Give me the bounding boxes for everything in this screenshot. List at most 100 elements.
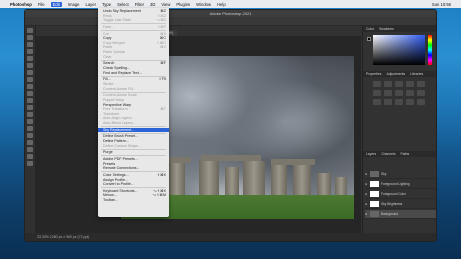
mac-menubar: Photoshop File Edit Image Layer Type Sel… bbox=[0, 0, 461, 8]
edit-menu-item[interactable]: Purge bbox=[98, 150, 169, 155]
photo-filter-icon[interactable] bbox=[406, 90, 414, 96]
tab-properties[interactable]: Properties bbox=[366, 71, 381, 77]
menu-item-shortcut: ⌥⌘Z bbox=[156, 18, 166, 23]
edit-menu-item[interactable]: Convert to Profile... bbox=[98, 182, 169, 187]
layer-row[interactable]: ● Foreground Lighting bbox=[365, 180, 436, 189]
menu-layer[interactable]: Layer bbox=[85, 2, 95, 7]
color-picker[interactable] bbox=[367, 35, 434, 65]
bw-icon[interactable] bbox=[395, 90, 403, 96]
type-tool-icon[interactable] bbox=[27, 133, 33, 138]
quick-select-tool-icon[interactable] bbox=[27, 49, 33, 54]
invert-icon[interactable] bbox=[373, 99, 381, 105]
healing-tool-icon[interactable] bbox=[27, 70, 33, 75]
menu-type[interactable]: Type bbox=[102, 2, 111, 7]
threshold-icon[interactable] bbox=[395, 99, 403, 105]
menu-item-label: Toolbar... bbox=[103, 198, 118, 203]
shape-tool-icon[interactable] bbox=[27, 147, 33, 152]
color-field[interactable] bbox=[373, 35, 425, 65]
status-bar: 33.33% 1280 px x 960 px (72 ppi) bbox=[25, 233, 436, 241]
brush-tool-icon[interactable] bbox=[27, 77, 33, 82]
tab-swatches[interactable]: Swatches bbox=[379, 26, 394, 32]
options-bar bbox=[25, 17, 436, 26]
curves-icon[interactable] bbox=[395, 81, 403, 87]
hue-slider[interactable] bbox=[428, 35, 432, 65]
mask-thumbnail bbox=[370, 191, 379, 197]
tab-channels[interactable]: Channels bbox=[381, 151, 395, 157]
menubar-clock[interactable]: Sun 10:56 bbox=[432, 2, 451, 7]
menu-item-shortcut: ⌘T bbox=[160, 107, 166, 112]
history-brush-tool-icon[interactable] bbox=[27, 91, 33, 96]
tab-layers[interactable]: Layers bbox=[366, 151, 376, 157]
menu-item-label: Content-Aware Fill... bbox=[103, 86, 136, 91]
pen-tool-icon[interactable] bbox=[27, 126, 33, 131]
tab-paths[interactable]: Paths bbox=[401, 151, 410, 157]
edit-menu-item: Toggle Last State ⌥⌘Z bbox=[98, 18, 169, 23]
photoshop-window: Adobe Photoshop 2021 Background_1234.tif… bbox=[24, 9, 437, 242]
menu-app[interactable]: Photoshop bbox=[10, 2, 32, 7]
menu-select[interactable]: Select bbox=[117, 2, 129, 7]
menu-3d[interactable]: 3D bbox=[150, 2, 155, 7]
posterize-icon[interactable] bbox=[384, 99, 392, 105]
lasso-tool-icon[interactable] bbox=[27, 42, 33, 47]
eraser-tool-icon[interactable] bbox=[27, 98, 33, 103]
menu-item-label: Find and Replace Text... bbox=[103, 70, 142, 75]
edit-menu-item[interactable]: Find and Replace Text... bbox=[98, 71, 169, 76]
eyedropper-tool-icon[interactable] bbox=[27, 63, 33, 68]
menu-help[interactable]: Help bbox=[217, 2, 226, 7]
layer-name: Sky Brightness bbox=[381, 202, 403, 206]
layer-row[interactable]: ● Background bbox=[365, 210, 436, 219]
layer-name: Foreground Lighting bbox=[381, 182, 410, 186]
right-panels: Color Swatches Properties Adjustments Li… bbox=[362, 26, 436, 236]
edit-menu-item: Clear bbox=[98, 55, 169, 60]
blur-tool-icon[interactable] bbox=[27, 112, 33, 117]
menu-item-shortcut: ⌘F bbox=[160, 61, 166, 66]
tab-color[interactable]: Color bbox=[366, 26, 374, 32]
edit-menu-item: Define Custom Shape... bbox=[98, 144, 169, 149]
menu-file[interactable]: File bbox=[38, 2, 45, 7]
menu-window[interactable]: Window bbox=[196, 2, 211, 7]
hue-sat-icon[interactable] bbox=[373, 90, 381, 96]
layer-row[interactable]: ● Sky Brightness bbox=[365, 200, 436, 209]
tab-libraries[interactable]: Libraries bbox=[410, 71, 423, 77]
levels-icon[interactable] bbox=[384, 81, 392, 87]
zoom-tool-icon[interactable] bbox=[27, 161, 33, 166]
menu-edit[interactable]: Edit bbox=[50, 1, 62, 7]
menu-item-label: Fade... bbox=[103, 24, 115, 29]
gradient-tool-icon[interactable] bbox=[27, 105, 33, 110]
edit-menu-item[interactable]: Remote Connections... bbox=[98, 166, 169, 171]
menu-item-shortcut: ⇧⌘F bbox=[157, 24, 166, 29]
foreground-swatch[interactable] bbox=[367, 37, 371, 41]
gradient-map-icon[interactable] bbox=[406, 99, 414, 105]
menu-image[interactable]: Image bbox=[68, 2, 80, 7]
exposure-icon[interactable] bbox=[406, 81, 414, 87]
edit-menu-item[interactable]: Sky Replacement... bbox=[98, 127, 169, 133]
move-tool-icon[interactable] bbox=[27, 28, 33, 33]
edit-menu-item: Content-Aware Fill... bbox=[98, 87, 169, 92]
menu-filter[interactable]: Filter bbox=[135, 2, 144, 7]
color-balance-icon[interactable] bbox=[384, 90, 392, 96]
menu-item-label: Sky Replacement... bbox=[103, 127, 135, 132]
layer-row[interactable]: ● Foreground Color bbox=[365, 190, 436, 199]
dodge-tool-icon[interactable] bbox=[27, 119, 33, 124]
brightness-icon[interactable] bbox=[373, 81, 381, 87]
layer-row[interactable]: ● Sky bbox=[365, 170, 436, 179]
hand-tool-icon[interactable] bbox=[27, 154, 33, 159]
menu-item-label: Clear bbox=[103, 54, 112, 59]
selective-color-icon[interactable] bbox=[417, 99, 425, 105]
menu-item-shortcut: ⌥⇧⌘M bbox=[152, 193, 166, 198]
vibrance-icon[interactable] bbox=[417, 81, 425, 87]
menu-item-shortcut: ⇧F5 bbox=[158, 77, 166, 82]
tab-adjustments[interactable]: Adjustments bbox=[386, 71, 405, 77]
menu-plugins[interactable]: Plugins bbox=[176, 2, 190, 7]
crop-tool-icon[interactable] bbox=[27, 56, 33, 61]
stamp-tool-icon[interactable] bbox=[27, 84, 33, 89]
channel-mixer-icon[interactable] bbox=[417, 90, 425, 96]
marquee-tool-icon[interactable] bbox=[27, 35, 33, 40]
menu-item-label: Auto-Blend Layers... bbox=[103, 121, 136, 126]
path-select-tool-icon[interactable] bbox=[27, 140, 33, 145]
menu-view[interactable]: View bbox=[161, 2, 170, 7]
menu-item-shortcut: ⇧⌘K bbox=[156, 172, 166, 177]
edit-menu-item: Auto-Blend Layers... bbox=[98, 121, 169, 126]
layer-name: Background bbox=[381, 212, 399, 216]
edit-menu-item[interactable]: Toolbar... bbox=[98, 198, 169, 203]
